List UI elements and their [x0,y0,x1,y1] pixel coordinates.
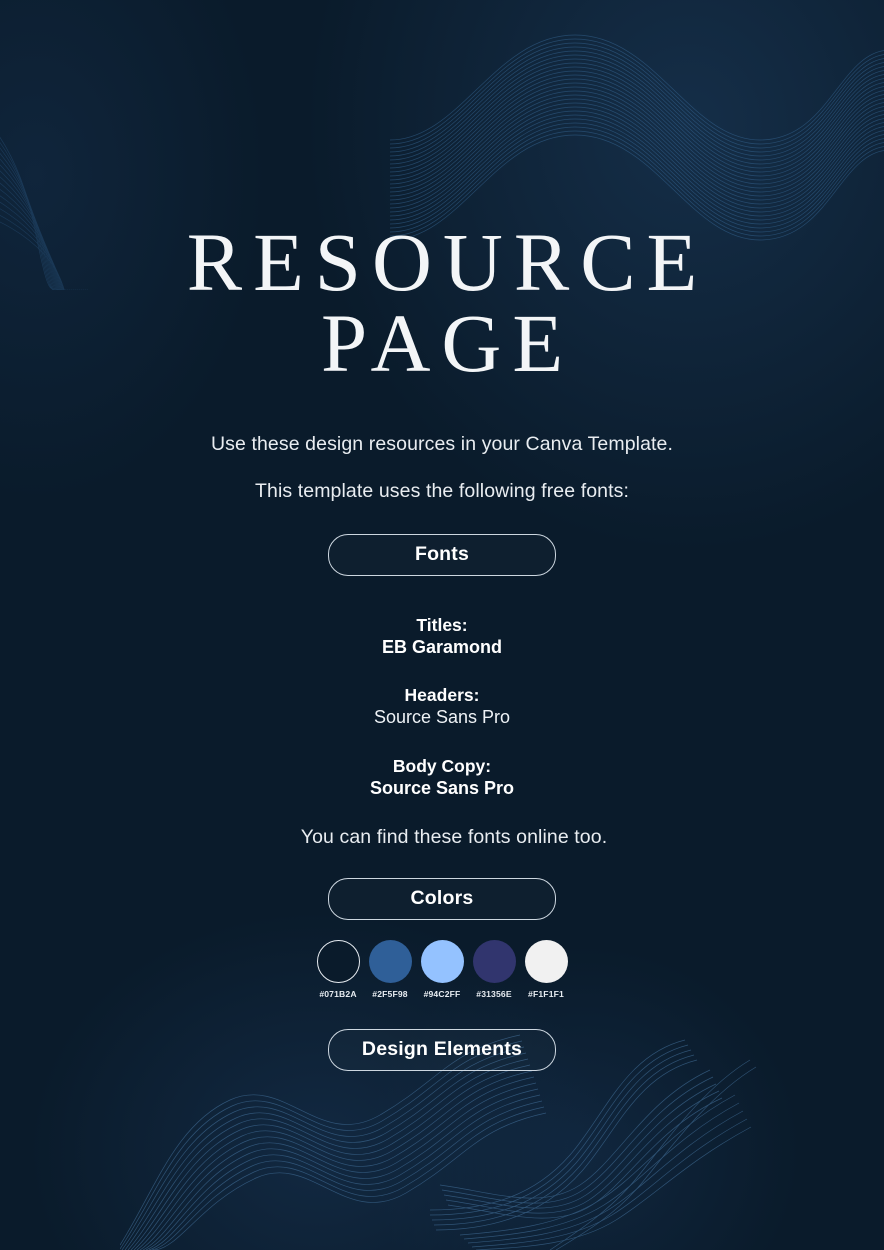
body-copy-label: Body Copy: [392,755,492,776]
fonts-online-note: You can find these fonts online too. [300,825,608,848]
color-swatch-dot [368,939,412,983]
titles-label: Titles: [416,614,468,635]
intro-line-1: Use these design resources in your Canva… [210,432,674,455]
font-group-titles: Titles: EB Garamond [0,576,884,659]
color-swatch[interactable]: #2F5F98 [368,939,413,999]
color-swatch-dot [472,939,516,983]
fonts-pill-button[interactable]: Fonts [328,533,556,576]
color-swatch-dot [316,939,360,983]
titles-value: EB Garamond [381,637,503,658]
color-swatch-hex-label: #31356E [476,988,512,999]
fonts-section-header: Fonts [0,503,884,576]
color-swatch[interactable]: #94C2FF [420,939,465,999]
color-swatch[interactable]: #071B2A [316,939,361,999]
design-elements-section-header: Design Elements [0,999,884,1071]
headers-value: Source Sans Pro [373,707,511,728]
font-group-body-copy: Body Copy: Source Sans Pro [0,730,884,800]
color-swatch[interactable]: #31356E [472,939,517,999]
resource-page: RESOURCE PAGE Use these design resources… [0,0,884,1250]
color-swatch-dot [524,939,568,983]
colors-pill-button[interactable]: Colors [328,877,556,920]
intro-line-2: This template uses the following free fo… [254,479,629,502]
page-title: RESOURCE PAGE [0,0,884,385]
headers-label: Headers: [404,685,480,706]
page-content: RESOURCE PAGE Use these design resources… [0,0,884,1071]
body-copy-value: Source Sans Pro [369,777,515,798]
page-title-line-2: PAGE [320,297,575,390]
color-swatch-dot [420,939,464,983]
page-title-line-1: RESOURCE [186,216,709,308]
color-swatch-hex-label: #F1F1F1 [528,988,564,999]
color-swatch-hex-label: #071B2A [319,988,357,999]
design-elements-pill-button[interactable]: Design Elements [328,1028,556,1071]
color-swatch-row: #071B2A #2F5F98 #94C2FF #31356E #F1F1F1 [0,920,884,999]
font-group-headers: Headers: Source Sans Pro [0,659,884,729]
colors-section-header: Colors [0,849,884,920]
color-swatch[interactable]: #F1F1F1 [524,939,569,999]
color-swatch-hex-label: #94C2FF [423,988,461,999]
color-swatch-hex-label: #2F5F98 [372,988,408,999]
